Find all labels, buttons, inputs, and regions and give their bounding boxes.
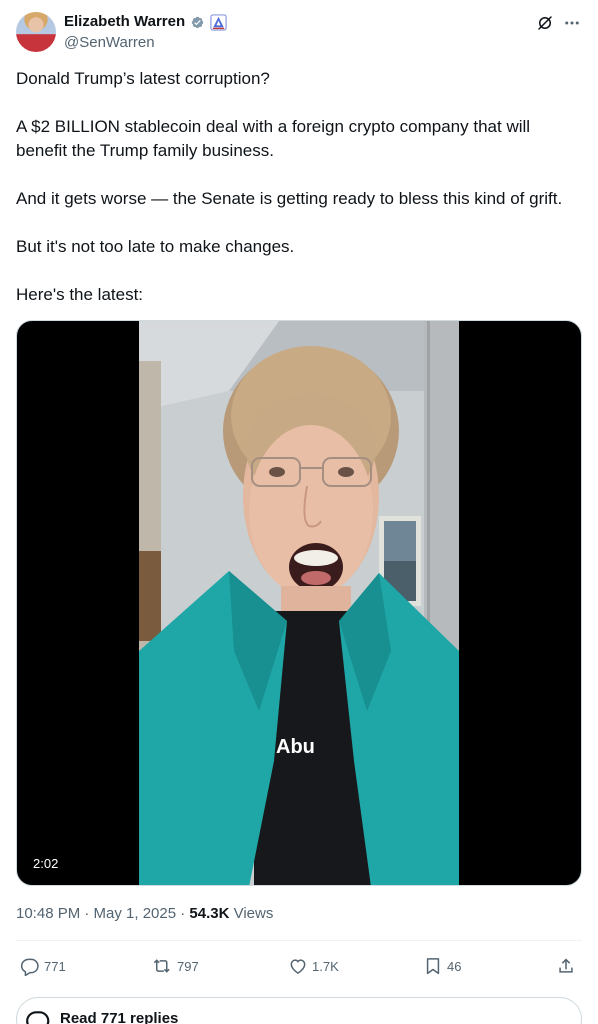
name-row: Elizabeth Warren <box>64 13 227 31</box>
repost-count: 797 <box>177 958 199 974</box>
divider <box>16 940 582 941</box>
repost-button[interactable]: 797 <box>153 952 199 980</box>
tweet-text: Donald Trump’s latest corruption? A $2 B… <box>16 67 582 307</box>
tweet-paragraph: But it's not too late to make changes. <box>16 237 295 256</box>
like-button[interactable]: 1.7K <box>288 952 339 980</box>
government-affiliate-icon[interactable] <box>210 13 227 31</box>
read-replies-label: Read 771 replies <box>60 1010 179 1024</box>
bookmark-icon <box>426 958 440 975</box>
heart-icon <box>290 959 306 974</box>
bookmark-button[interactable]: 46 <box>423 952 461 980</box>
views-count[interactable]: 54.3K <box>189 905 229 922</box>
tweet-actions: 771 797 1.7K 46 <box>16 952 582 980</box>
tweet-paragraph: And it gets worse — the Senate is gettin… <box>16 189 563 208</box>
tweet-header: Elizabeth Warren @SenWarren <box>16 12 582 56</box>
grok-icon[interactable] <box>536 14 554 32</box>
tweet-paragraph: Donald Trump’s latest corruption? <box>16 69 270 88</box>
avatar[interactable] <box>16 12 56 52</box>
display-name[interactable]: Elizabeth Warren <box>64 13 185 31</box>
like-count: 1.7K <box>312 958 339 974</box>
read-replies-button[interactable]: Read 771 replies <box>16 997 582 1024</box>
more-options-icon[interactable] <box>562 14 582 32</box>
verified-badge-icon[interactable] <box>189 14 206 31</box>
handle[interactable]: @SenWarren <box>64 34 155 52</box>
video-player[interactable]: Abu 2:02 <box>16 320 582 886</box>
tweet-paragraph: Here's the latest: <box>16 285 144 304</box>
reply-icon <box>20 958 39 976</box>
timestamp[interactable]: 10:48 PM · May 1, 2025 · <box>16 905 189 922</box>
tweet-paragraph: A $2 BILLION stablecoin deal with a fore… <box>16 117 531 160</box>
reply-bubble-icon <box>26 1011 50 1024</box>
tweet-meta: 10:48 PM · May 1, 2025 · 54.3K Views <box>16 905 273 923</box>
views-label: Views <box>229 905 274 922</box>
reply-count: 771 <box>44 958 66 974</box>
video-caption: Abu <box>276 736 315 758</box>
video-frame[interactable] <box>139 321 459 886</box>
repost-icon <box>153 959 170 973</box>
share-icon <box>559 958 573 973</box>
share-button[interactable] <box>556 952 576 980</box>
bookmark-count: 46 <box>447 958 462 974</box>
video-duration: 2:02 <box>33 856 59 871</box>
tweet-detail: Elizabeth Warren @SenWarren Donald Trump <box>0 0 598 1024</box>
reply-button[interactable]: 771 <box>20 952 66 980</box>
